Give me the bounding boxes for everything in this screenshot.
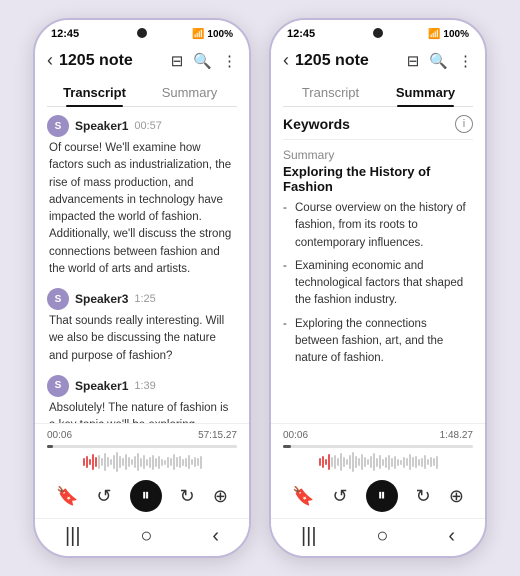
tab-transcript-1[interactable]: Transcript <box>47 77 142 106</box>
notch-1 <box>137 28 147 38</box>
signal-icon-2: 📶 <box>428 29 440 40</box>
forward-btn-2[interactable]: ↻ <box>416 486 431 507</box>
bookmark-icon-1[interactable]: ⊟ <box>171 52 184 70</box>
status-bar-2: 12:45 📶 100% <box>271 20 485 44</box>
pause-btn-1[interactable]: ⏸ <box>130 480 162 512</box>
title-2: 1205 note <box>295 52 401 70</box>
speaker-name-3: Speaker1 <box>75 379 128 393</box>
nav-home-1[interactable]: ○ <box>140 525 152 548</box>
waveform-2 <box>283 450 473 474</box>
title-1: 1205 note <box>59 52 165 70</box>
forward-btn-1[interactable]: ↻ <box>180 486 195 507</box>
speaker-time-3: 1:39 <box>134 380 155 392</box>
time-1: 12:45 <box>51 28 79 40</box>
list-item-2: Examining economic and technological fac… <box>283 258 473 310</box>
progress-fill-2 <box>283 445 291 448</box>
tab-transcript-2[interactable]: Transcript <box>283 77 378 106</box>
speaker-time-1: 00:57 <box>134 120 162 132</box>
more-icon-2[interactable]: ⋮ <box>458 52 473 70</box>
battery-icon-1: 100% <box>207 29 233 40</box>
speaker-row-2: S Speaker3 1:25 <box>47 288 237 310</box>
save-btn-1[interactable]: ⊕ <box>213 486 228 507</box>
save-btn-2[interactable]: ⊕ <box>449 486 464 507</box>
nav-home-2[interactable]: ○ <box>376 525 388 548</box>
speaker-name-1: Speaker1 <box>75 119 128 133</box>
pause-btn-2[interactable]: ⏸ <box>366 480 398 512</box>
list-item-3: Exploring the connections between fashio… <box>283 316 473 368</box>
transcript-text-3: Absolutely! The nature of fashion is a k… <box>47 400 237 423</box>
nav-back-1[interactable]: ‹ <box>212 525 219 548</box>
transcript-item-3: S Speaker1 1:39 Absolutely! The nature o… <box>47 375 237 423</box>
speaker-row-3: S Speaker1 1:39 <box>47 375 237 397</box>
search-icon-2[interactable]: 🔍 <box>429 52 448 70</box>
divider <box>283 139 473 140</box>
keywords-label: Keywords <box>283 116 350 132</box>
transcript-content: S Speaker1 00:57 Of course! We'll examin… <box>35 107 249 423</box>
player-times-1: 00:06 57:15.27 <box>47 430 237 441</box>
current-time-1: 00:06 <box>47 430 72 441</box>
summary-content: Keywords i Summary Exploring the History… <box>271 107 485 423</box>
list-item-1: Course overview on the history of fashio… <box>283 200 473 252</box>
tab-summary-2[interactable]: Summary <box>378 77 473 106</box>
player-controls-1: 🔖 ↺ ⏸ ↻ ⊕ <box>47 478 237 514</box>
status-icons-2: 📶 100% <box>428 29 469 40</box>
notch-2 <box>373 28 383 38</box>
summary-title: Exploring the History of Fashion <box>283 164 473 194</box>
speaker-time-2: 1:25 <box>134 293 155 305</box>
player-bar-1: 00:06 57:15.27 <box>35 423 249 518</box>
battery-icon-2: 100% <box>443 29 469 40</box>
nav-bar-2: ||| ○ ‹ <box>271 518 485 556</box>
bookmark-btn-2[interactable]: 🔖 <box>292 486 314 507</box>
progress-track-2[interactable] <box>283 445 473 448</box>
bookmark-icon-2[interactable]: ⊟ <box>407 52 420 70</box>
player-bar-2: 00:06 1:48.27 <box>271 423 485 518</box>
nav-back-2[interactable]: ‹ <box>448 525 455 548</box>
tab-summary-1[interactable]: Summary <box>142 77 237 106</box>
avatar-1: S <box>47 115 69 137</box>
waveform-1 <box>47 450 237 474</box>
tabs-2: Transcript Summary <box>283 77 473 107</box>
avatar-3: S <box>47 375 69 397</box>
phone-transcript: 12:45 📶 100% ‹ 1205 note ⊟ 🔍 ⋮ Transcrip… <box>33 18 251 558</box>
keywords-row: Keywords i <box>283 115 473 133</box>
avatar-2: S <box>47 288 69 310</box>
transcript-text-1: Of course! We'll examine how factors suc… <box>47 140 237 278</box>
tabs-1: Transcript Summary <box>47 77 237 107</box>
status-bar-1: 12:45 📶 100% <box>35 20 249 44</box>
summary-section-label: Summary <box>283 148 473 162</box>
signal-icon-1: 📶 <box>192 29 204 40</box>
nav-menu-1[interactable]: ||| <box>65 525 81 548</box>
header-icons-2: ⊟ 🔍 ⋮ <box>407 52 473 70</box>
total-time-2: 1:48.27 <box>440 430 473 441</box>
phone-summary: 12:45 📶 100% ‹ 1205 note ⊟ 🔍 ⋮ Transcrip… <box>269 18 487 558</box>
more-icon-1[interactable]: ⋮ <box>222 52 237 70</box>
rewind-btn-2[interactable]: ↺ <box>332 486 347 507</box>
progress-track-1[interactable] <box>47 445 237 448</box>
transcript-item-1: S Speaker1 00:57 Of course! We'll examin… <box>47 115 237 278</box>
speaker-name-2: Speaker3 <box>75 292 128 306</box>
bookmark-btn-1[interactable]: 🔖 <box>56 486 78 507</box>
time-2: 12:45 <box>287 28 315 40</box>
back-button-2[interactable]: ‹ <box>283 50 289 71</box>
transcript-text-2: That sounds really interesting. Will we … <box>47 313 237 365</box>
player-controls-2: 🔖 ↺ ⏸ ↻ ⊕ <box>283 478 473 514</box>
nav-bar-1: ||| ○ ‹ <box>35 518 249 556</box>
transcript-item-2: S Speaker3 1:25 That sounds really inter… <box>47 288 237 365</box>
info-icon[interactable]: i <box>455 115 473 133</box>
total-time-1: 57:15.27 <box>198 430 237 441</box>
summary-list: Course overview on the history of fashio… <box>283 200 473 367</box>
header-1: ‹ 1205 note ⊟ 🔍 ⋮ <box>35 44 249 77</box>
search-icon-1[interactable]: 🔍 <box>193 52 212 70</box>
current-time-2: 00:06 <box>283 430 308 441</box>
status-icons-1: 📶 100% <box>192 29 233 40</box>
back-button-1[interactable]: ‹ <box>47 50 53 71</box>
header-2: ‹ 1205 note ⊟ 🔍 ⋮ <box>271 44 485 77</box>
speaker-row-1: S Speaker1 00:57 <box>47 115 237 137</box>
progress-fill-1 <box>47 445 53 448</box>
rewind-btn-1[interactable]: ↺ <box>96 486 111 507</box>
header-icons-1: ⊟ 🔍 ⋮ <box>171 52 237 70</box>
nav-menu-2[interactable]: ||| <box>301 525 317 548</box>
player-times-2: 00:06 1:48.27 <box>283 430 473 441</box>
